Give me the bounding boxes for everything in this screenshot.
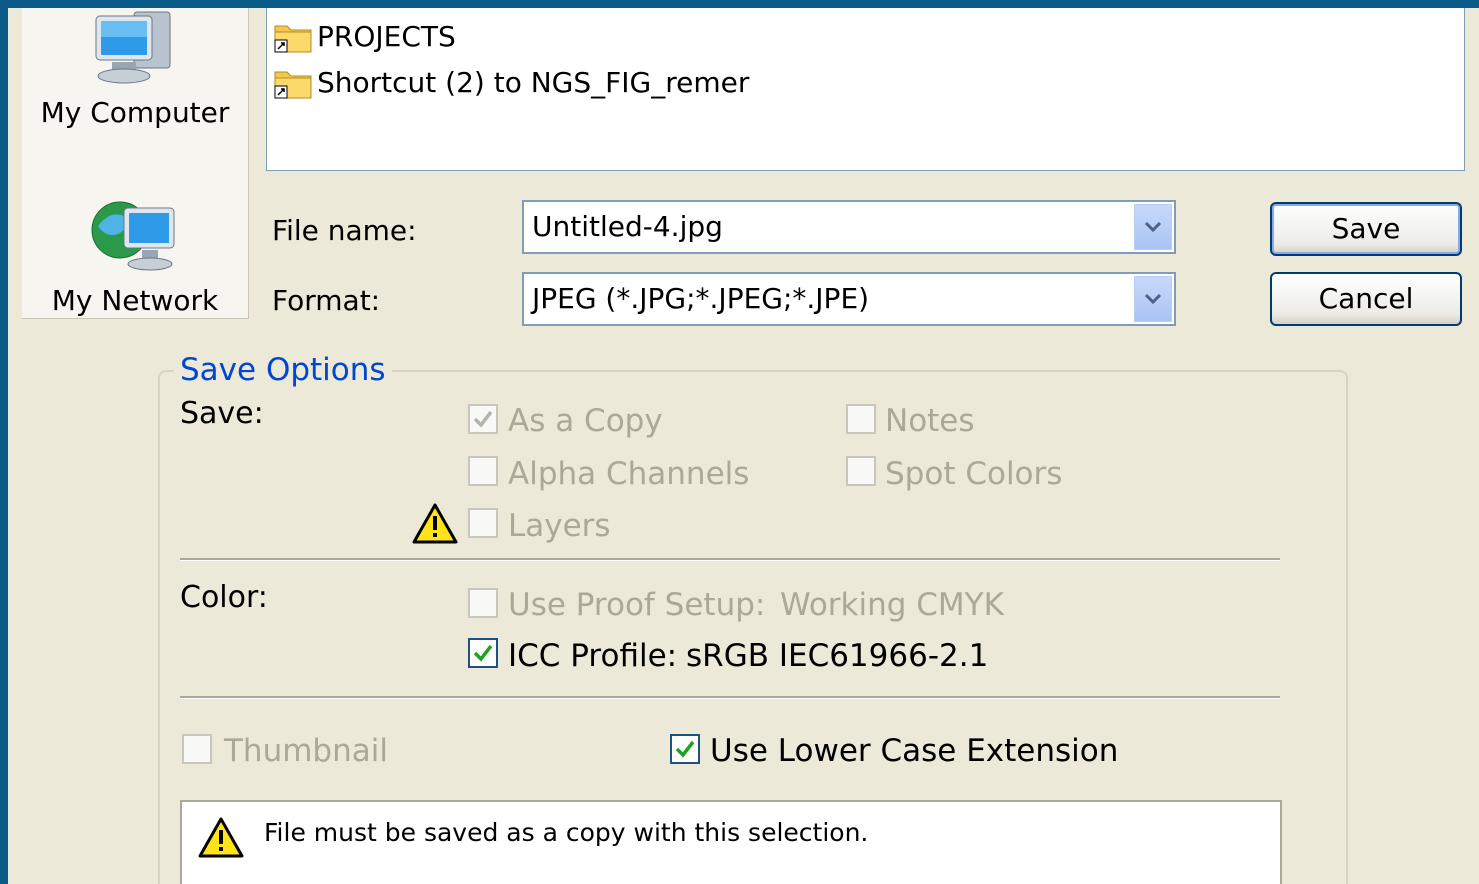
- file-name: PROJECTS: [317, 19, 456, 53]
- spot-colors-checkbox[interactable]: [846, 456, 876, 486]
- icc-profile-value: sRGB IEC61966-2.1: [686, 638, 989, 674]
- lower-case-extension-label: Use Lower Case Extension: [710, 733, 1119, 769]
- file-name-dropdown-button[interactable]: [1134, 204, 1172, 250]
- icc-profile-checkbox[interactable]: [468, 638, 498, 668]
- warning-icon: [412, 503, 458, 544]
- alpha-channels-label: Alpha Channels: [508, 456, 750, 492]
- as-a-copy-checkbox[interactable]: [468, 404, 498, 434]
- warning-message-box: File must be saved as a copy with this s…: [180, 800, 1282, 884]
- as-a-copy-label: As a Copy: [508, 403, 663, 439]
- color-section-label: Color:: [180, 580, 268, 615]
- section-divider: [180, 558, 1280, 561]
- file-list[interactable]: PROJECTS Shortcut (2) to NGS_FIG_remer: [266, 8, 1465, 171]
- file-name-combobox[interactable]: Untitled-4.jpg: [522, 200, 1176, 254]
- chevron-down-icon: [1144, 221, 1162, 233]
- list-item[interactable]: Shortcut (2) to NGS_FIG_remer: [273, 62, 749, 102]
- save-button[interactable]: Save: [1270, 202, 1462, 256]
- layers-label: Layers: [508, 508, 611, 544]
- file-name-value[interactable]: Untitled-4.jpg: [532, 210, 723, 243]
- warning-icon: [198, 817, 244, 858]
- places-bar: My Computer My Network: [22, 8, 249, 319]
- notes-checkbox[interactable]: [846, 404, 876, 434]
- folder-shortcut-icon: [274, 25, 312, 53]
- cancel-button[interactable]: Cancel: [1270, 272, 1462, 326]
- proof-setup-value: Working CMYK: [780, 587, 1004, 623]
- place-my-network[interactable]: My Network: [22, 198, 248, 317]
- lower-case-extension-checkbox[interactable]: [670, 734, 700, 764]
- list-item[interactable]: PROJECTS: [273, 16, 456, 56]
- place-label: My Computer: [40, 96, 230, 129]
- save-section-label: Save:: [180, 396, 264, 431]
- save-as-dialog: My Computer My Network PROJECTS Shortcut…: [8, 8, 1479, 884]
- icc-profile-label: ICC Profile:: [508, 638, 678, 674]
- place-label: My Network: [51, 284, 219, 317]
- thumbnail-label: Thumbnail: [224, 733, 388, 769]
- checkmark-icon: [473, 644, 493, 662]
- format-value: JPEG (*.JPG;*.JPEG;*.JPE): [532, 282, 870, 315]
- checkmark-icon: [675, 740, 695, 758]
- notes-label: Notes: [885, 403, 975, 439]
- my-computer-icon: [95, 11, 171, 84]
- section-divider: [180, 696, 1280, 699]
- place-my-computer[interactable]: My Computer: [22, 10, 248, 129]
- my-network-icon: [91, 201, 175, 271]
- format-dropdown-button[interactable]: [1134, 276, 1172, 322]
- file-name: Shortcut (2) to NGS_FIG_remer: [317, 65, 750, 99]
- spot-colors-label: Spot Colors: [885, 456, 1063, 492]
- checkmark-icon: [473, 410, 493, 428]
- layers-checkbox[interactable]: [468, 508, 498, 538]
- format-combobox[interactable]: JPEG (*.JPG;*.JPEG;*.JPE): [522, 272, 1176, 326]
- folder-shortcut-icon: [274, 71, 312, 99]
- use-proof-setup-label: Use Proof Setup:: [508, 587, 766, 623]
- thumbnail-checkbox[interactable]: [182, 734, 212, 764]
- use-proof-setup-checkbox[interactable]: [468, 588, 498, 618]
- alpha-channels-checkbox[interactable]: [468, 456, 498, 486]
- file-name-label: File name:: [272, 214, 417, 247]
- format-label: Format:: [272, 284, 381, 317]
- warning-message-text: File must be saved as a copy with this s…: [264, 818, 869, 847]
- chevron-down-icon: [1144, 293, 1162, 305]
- save-options-title: Save Options: [174, 352, 392, 388]
